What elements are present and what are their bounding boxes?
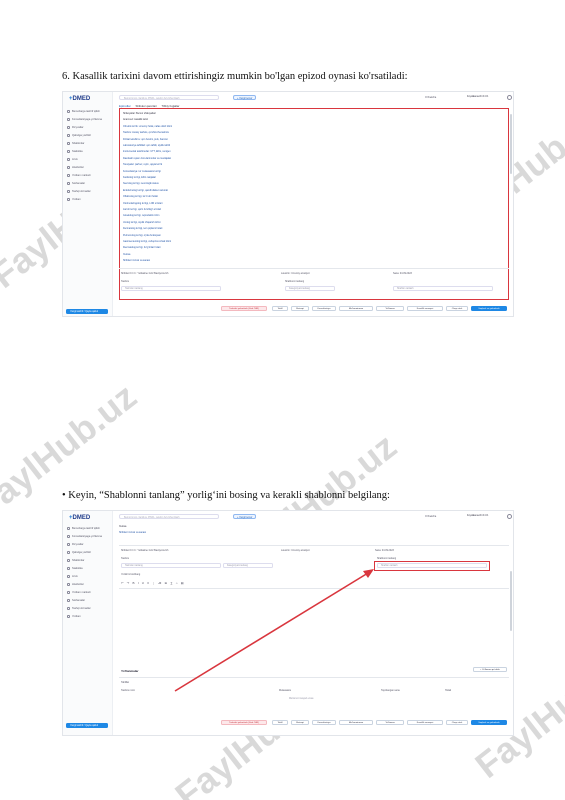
doc-line[interactable]: Konsultatsiya: tor mutaxassis ko'rigi xyxy=(123,170,161,173)
doc-line: Shikoyatlar: Bemor shikoyatlari xyxy=(123,112,156,115)
sidebar-item[interactable]: Yordam xyxy=(67,198,81,201)
doc-line[interactable]: Otorinolaringolog ko'rigi, LOR a'zolari xyxy=(123,202,162,205)
consultation-button[interactable]: Konsultatsiya xyxy=(312,306,336,311)
highlight-episode-area xyxy=(119,108,509,300)
doc-line[interactable]: Nevrolog ko'rigi, nevrologik status xyxy=(123,182,159,185)
doc-line[interactable]: Oftalmolog ko'rigi, ko'z tubi holati xyxy=(123,195,158,198)
new-visit-button[interactable]: Yangi tashrif / Qayta qabul xyxy=(66,309,108,314)
date-label: Sana: 04.09.2023 xyxy=(393,272,412,275)
sidebar-item[interactable]: Statistika xyxy=(67,150,83,153)
doc-line[interactable]: Dermatolog ko'rigi, teri qoplami holati xyxy=(123,227,162,230)
screenshot-template-select: +DMED Bemorlarga tashrif qilish Konsulta… xyxy=(62,510,514,736)
doc-line[interactable]: Gastroenterolog ko'rigi, oshqozon-ichak … xyxy=(123,240,171,243)
doc-line[interactable]: Tavsiyalar: parhez, rejim, qayta ko'rik xyxy=(123,163,162,166)
new-patient-button[interactable]: + Yangi bemor xyxy=(233,95,257,100)
caption-step-6: 6. Kasallik tarixini davom ettirishingiz… xyxy=(62,71,408,82)
sidebar-item[interactable]: Hisobotlar xyxy=(67,166,84,169)
sidebar-item[interactable]: Ro'yxatlar xyxy=(67,126,83,129)
doc-line: Anamnez: kasallik tarixi xyxy=(123,118,148,122)
sidebar-item[interactable]: Qabulga yozilish xyxy=(67,134,91,137)
template-input[interactable]: Shablon tanlash xyxy=(393,286,493,291)
doc-line[interactable]: Kardiolog ko'rigi, EKG natijalari xyxy=(123,176,156,179)
sidebar-item[interactable]: Arxiv xyxy=(67,158,78,161)
diagnosis-input[interactable]: Tashxisni tanlang xyxy=(121,286,221,291)
doc-line[interactable]: Pulmonolog ko'rigi, o'pka funksiyasi xyxy=(123,234,161,237)
screenshot-episode-window: +DMED Bemorlarga tashrif qilish Konsulta… xyxy=(62,91,514,317)
sick-leave-button[interactable]: Kasallik varaqasi xyxy=(407,306,443,311)
analysis-button[interactable]: Tahlil xyxy=(272,306,288,311)
avatar[interactable] xyxy=(507,95,512,100)
user-name[interactable]: Foydalanuvchi F.I.O. xyxy=(467,95,489,98)
sidebar-item[interactable]: Tashqi xizmatlar xyxy=(67,190,91,193)
doc-line[interactable]: Laboratoriya tahlillari: qon tahlili, si… xyxy=(123,144,170,147)
template-tab[interactable]: Shablonni tanlang xyxy=(285,280,304,283)
doc-line[interactable]: Xulosa xyxy=(123,253,130,256)
print-button[interactable]: Chop etish xyxy=(446,306,468,311)
doc-line[interactable]: Davolash rejasi: dori-darmonlar va muola… xyxy=(123,157,171,160)
doc-line[interactable]: Jarroh ko'rigi, qorin bo'shlig'i a'zolar… xyxy=(123,208,161,211)
doc-line[interactable]: Revmatolog ko'rigi, bo'g'imlar holati xyxy=(123,246,160,249)
arrow-head xyxy=(363,569,374,578)
logo: +DMED xyxy=(69,96,91,102)
search-input[interactable]: Bemorni ism, familiya, PINFL, telefon bo… xyxy=(119,95,219,100)
sidebar: +DMED Bemorlarga tashrif qilish Konsulta… xyxy=(63,92,113,316)
doc-line[interactable]: Shifokor imzosi va sanasi xyxy=(123,259,150,262)
sidebar-item[interactable]: Bemorlarga tashrif qilish xyxy=(67,110,100,113)
doc-line[interactable]: Fizikal tekshiruv: qon bosimi, puls, har… xyxy=(123,138,168,141)
doc-line[interactable]: Ob'ektiv ko'rik: umumiy holat, nafas oli… xyxy=(123,125,172,128)
doc-line[interactable]: Urolog ko'rigi, siydik chiqarish tizimi xyxy=(123,221,161,224)
recipe-button[interactable]: Retsept xyxy=(291,306,309,311)
doc-line[interactable]: Ginekolog ko'rigi, reproduktiv tizim xyxy=(123,214,159,217)
doc-line[interactable]: Instrumental tekshiruvlar: UTT, EKG, ren… xyxy=(123,150,171,153)
topbar: Bemorni ism, familiya, PINFL, telefon bo… xyxy=(115,94,513,102)
divider xyxy=(119,268,509,269)
referral-button[interactable]: Yo'llanma xyxy=(376,306,404,311)
sidebar-item[interactable]: Yordam markazi xyxy=(67,174,91,177)
specialty-label: Lavozim: Umumiy amaliyot xyxy=(281,272,310,275)
arrow-annotation xyxy=(174,569,374,692)
category-input[interactable]: Kategoriyani tanlang xyxy=(285,286,335,291)
doctor-label: Shifokor F.I.O.: Yuldashev Aziz Baxtiyor… xyxy=(121,272,169,275)
scrollbar[interactable] xyxy=(510,114,512,174)
doc-line[interactable]: Tashxis: Asosiy tashxis, qo'shimcha tash… xyxy=(123,131,169,134)
save-finish-button[interactable]: Saqlash va yakunlash xyxy=(471,306,507,311)
arrow-line xyxy=(174,572,369,692)
diagnosis-label: Tashxis xyxy=(121,280,129,283)
caption-select-template: • Keyin, “Shablonni tanlang” yorlig‘ini … xyxy=(62,490,390,501)
sidebar-item[interactable]: Konsultatsiyaga yo'llanma xyxy=(67,118,102,121)
finish-visit-button[interactable]: Tashrifni yakunlash (Kod: TAF) xyxy=(221,306,267,311)
watermark: FaylHub.uz xyxy=(0,375,144,526)
language-select[interactable]: O'zbekcha xyxy=(425,96,436,99)
doc-line[interactable]: Endokrinolog ko'rigi, qandli diabet nazo… xyxy=(123,189,168,192)
reference-button[interactable]: Ma'lumotnoma xyxy=(339,306,373,311)
sidebar-item[interactable]: Shablonlar xyxy=(67,142,84,145)
sidebar-item[interactable]: Sozlamalar xyxy=(67,182,85,185)
